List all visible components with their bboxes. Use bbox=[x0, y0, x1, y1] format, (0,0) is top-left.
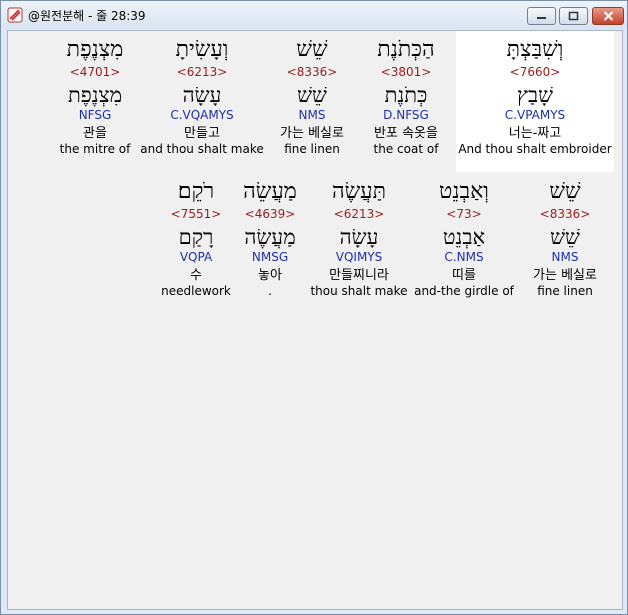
grammar-code: VQPA bbox=[179, 250, 213, 264]
korean-gloss: 띠를 bbox=[452, 268, 476, 283]
word-block[interactable]: וְעָשִׂיתָ <6213> עָשָׂה C.VQAMYS 만들고 an… bbox=[138, 37, 266, 157]
hebrew-lemma: שָׁבַץ bbox=[517, 83, 553, 107]
strong-number[interactable]: <7551> bbox=[158, 207, 234, 222]
title-bar[interactable]: @원전분해 - 줄 28:39 bbox=[1, 1, 627, 29]
korean-gloss: 놓아 bbox=[258, 268, 282, 283]
hebrew-lemma: מִצְנֶפֶת bbox=[67, 83, 123, 107]
grammar-code: NMS bbox=[298, 108, 326, 122]
english-gloss: And thou shalt embroider bbox=[458, 142, 612, 156]
hebrew-word: רֹקֵם׃ bbox=[177, 179, 215, 204]
hebrew-lemma: עָשָׂה bbox=[182, 83, 222, 107]
grammar-code: NMS bbox=[551, 250, 579, 264]
close-icon bbox=[603, 11, 613, 21]
grammar-code: D.NFSG bbox=[383, 108, 429, 122]
word-block[interactable]: מִצְנֶפֶת <4701> מִצְנֶפֶת NFSG 관을 the m… bbox=[52, 37, 138, 157]
grammar-code: NMSG bbox=[251, 250, 289, 264]
hebrew-lemma: עָשָׂה bbox=[339, 225, 379, 249]
hebrew-lemma: רָקַם bbox=[178, 225, 214, 249]
grammar-code: C.NMS bbox=[444, 250, 484, 264]
strong-number[interactable]: <73> bbox=[412, 207, 516, 222]
minimize-icon bbox=[537, 17, 546, 19]
hebrew-lemma: שֵׁשׁ bbox=[550, 225, 580, 249]
grammar-code: NFSG bbox=[78, 108, 112, 122]
hebrew-word: תַּעֲשֶׂה bbox=[331, 179, 387, 204]
english-gloss: . bbox=[268, 284, 272, 298]
strong-number[interactable]: <6213> bbox=[306, 207, 412, 222]
korean-gloss: 너는-짜고 bbox=[508, 126, 562, 141]
korean-gloss: 관을 bbox=[83, 126, 107, 141]
english-gloss: the mitre of bbox=[59, 142, 131, 156]
korean-gloss: 가는 베실로 bbox=[280, 126, 344, 141]
hebrew-word: וְאַבְנֵט bbox=[439, 179, 489, 204]
word-block[interactable]: מַעֲשֵׂה <4639> מַעֲשֶׂה NMSG 놓아 . bbox=[234, 179, 306, 299]
hebrew-lemma: כְּתֹנֶת bbox=[384, 83, 428, 107]
korean-gloss: 가는 베실로 bbox=[533, 268, 597, 283]
korean-gloss: 만들고 bbox=[184, 126, 220, 141]
minimize-button[interactable] bbox=[527, 7, 556, 25]
interlinear-view[interactable]: וְשִׁבַּצְתָּ <7660> שָׁבַץ C.VPAMYS 너는-… bbox=[7, 30, 623, 610]
word-block[interactable]: רֹקֵם׃ <7551> רָקַם VQPA 수 needlework bbox=[158, 179, 234, 299]
korean-gloss: 반포 속옷을 bbox=[374, 126, 438, 141]
english-gloss: thou shalt make bbox=[310, 284, 408, 298]
english-gloss: and-the girdle of bbox=[414, 284, 514, 298]
hebrew-word: מַעֲשֵׂה bbox=[243, 179, 297, 204]
grammar-code: C.VQAMYS bbox=[170, 108, 234, 122]
close-button[interactable] bbox=[592, 7, 624, 25]
strong-number[interactable]: <6213> bbox=[138, 65, 266, 80]
strong-number[interactable]: <4701> bbox=[52, 65, 138, 80]
hebrew-word: מִצְנֶפֶת bbox=[66, 37, 124, 62]
hebrew-word: הַכְּתֹנֶת bbox=[377, 37, 435, 62]
word-block[interactable]: וְאַבְנֵט <73> אַבְנֵט C.NMS 띠를 and-the … bbox=[412, 179, 516, 299]
word-block[interactable]: הַכְּתֹנֶת <3801> כְּתֹנֶת D.NFSG 반포 속옷을… bbox=[356, 37, 456, 157]
hebrew-lemma: שֵׁשׁ bbox=[297, 83, 327, 107]
hebrew-lemma: אַבְנֵט bbox=[442, 225, 486, 249]
strong-number[interactable]: <4639> bbox=[234, 207, 306, 222]
hebrew-lemma: מַעֲשֶׂה bbox=[244, 225, 296, 249]
word-block[interactable]: שֵׁשׁ <8336> שֵׁשׁ NMS 가는 베실로 fine linen bbox=[516, 179, 614, 299]
grammar-code: C.VPAMYS bbox=[504, 108, 566, 122]
app-icon bbox=[7, 7, 23, 23]
hebrew-word: שֵׁשׁ bbox=[549, 179, 581, 204]
grammar-code: VQIMYS bbox=[335, 250, 383, 264]
english-gloss: fine linen bbox=[537, 284, 593, 298]
word-block[interactable]: תַּעֲשֶׂה <6213> עָשָׂה VQIMYS 만들찌니라 tho… bbox=[306, 179, 412, 299]
strong-number[interactable]: <8336> bbox=[266, 65, 358, 80]
maximize-icon bbox=[568, 11, 579, 21]
word-block[interactable]: שֵׁשׁ <8336> שֵׁשׁ NMS 가는 베실로 fine linen bbox=[266, 37, 358, 157]
english-gloss: needlework bbox=[161, 284, 231, 298]
strong-number[interactable]: <7660> bbox=[456, 65, 614, 80]
hebrew-word: וְשִׁבַּצְתָּ bbox=[506, 37, 564, 62]
korean-gloss: 수 bbox=[190, 268, 202, 283]
window-title: @원전분해 - 줄 28:39 bbox=[28, 9, 146, 23]
app-window: @원전분해 - 줄 28:39 וְשִׁבַּצְתָּ <7660> שָׁ… bbox=[0, 0, 628, 615]
english-gloss: the coat of bbox=[373, 142, 439, 156]
korean-gloss: 만들찌니라 bbox=[329, 268, 389, 283]
hebrew-word: וְעָשִׂיתָ bbox=[175, 37, 229, 62]
maximize-button[interactable] bbox=[559, 7, 588, 25]
english-gloss: and thou shalt make bbox=[140, 142, 264, 156]
strong-number[interactable]: <3801> bbox=[356, 65, 456, 80]
strong-number[interactable]: <8336> bbox=[516, 207, 614, 222]
word-block[interactable]: וְשִׁבַּצְתָּ <7660> שָׁבַץ C.VPAMYS 너는-… bbox=[456, 37, 614, 157]
hebrew-word: שֵׁשׁ bbox=[296, 37, 328, 62]
english-gloss: fine linen bbox=[284, 142, 340, 156]
